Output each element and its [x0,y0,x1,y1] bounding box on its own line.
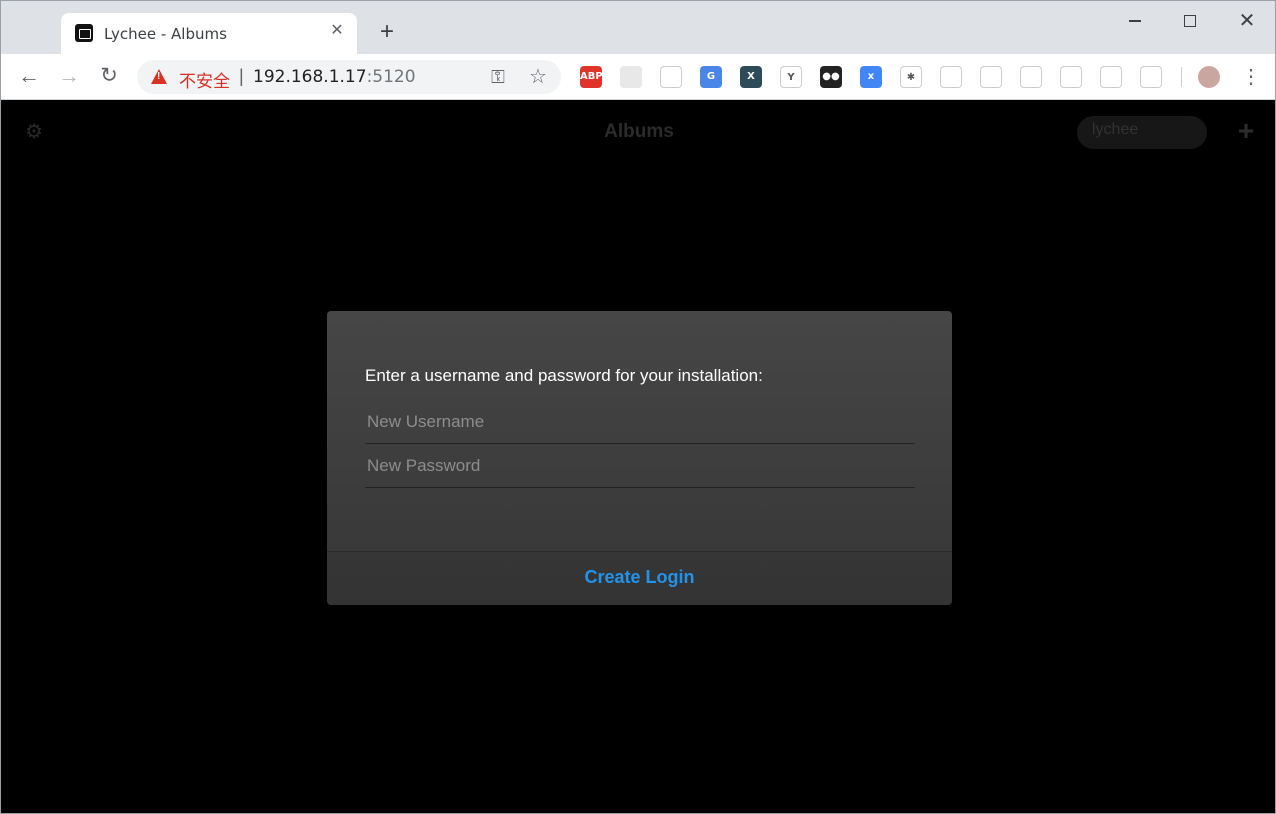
tab-title: Lychee - Albums [104,25,227,43]
dialog-prompt: Enter a username and password for your i… [365,366,763,385]
x-extension-icon[interactable]: X [740,66,762,88]
tab-lychee-albums[interactable]: Lychee - Albums ✕ [61,13,357,54]
search-input[interactable]: lychee [1077,116,1207,149]
octocat-icon[interactable] [1020,66,1042,88]
url-port: :5120 [366,67,416,87]
location-icon[interactable] [980,66,1002,88]
create-login-button[interactable]: Create Login [327,567,952,588]
username-input[interactable] [365,400,915,443]
profile-avatar[interactable] [1198,66,1220,88]
browser-window: Lychee - Albums ✕ + ✕ ← → ↻ 不安全 | 192.16… [0,0,1276,814]
toolbar-divider [1181,67,1182,87]
close-tab-icon[interactable]: ✕ [327,21,347,41]
password-field-wrapper [365,444,915,488]
minimize-button[interactable] [1115,7,1155,35]
browser-menu-icon[interactable]: ⋮ [1241,63,1261,91]
y-extension-icon[interactable]: Y [780,66,802,88]
browser-toolbar: ← → ↻ 不安全 | 192.168.1.17:5120 ⚿ ☆ ABP GXY… [1,54,1275,100]
key-icon[interactable]: ⚿ [487,66,509,88]
gitlab-icon[interactable] [1140,66,1162,88]
google-translate-icon[interactable]: G [700,66,722,88]
url-host: 192.168.1.17 [253,67,367,87]
github-icon[interactable] [1060,66,1082,88]
forward-button[interactable]: → [54,61,84,91]
back-button[interactable]: ← [14,61,44,91]
add-plus-icon[interactable]: + [1233,115,1259,147]
pinwheel-icon[interactable]: ✱ [900,66,922,88]
bookmark-star-icon[interactable]: ☆ [527,66,549,88]
adblock-plus-icon[interactable]: ABP [580,66,603,88]
username-field-wrapper [365,400,915,444]
tampermonkey-icon[interactable]: ●● [820,66,842,88]
reload-button[interactable]: ↻ [94,61,124,91]
x-translate-icon[interactable]: x [860,66,882,88]
pocket-icon[interactable] [660,66,682,88]
dialog-footer: Create Login [327,551,952,605]
close-window-button[interactable]: ✕ [1227,7,1267,35]
lychee-page: ⚙ Albums lychee + Enter a username and p… [1,101,1275,813]
password-input[interactable] [365,444,915,487]
lychee-favicon-icon [75,24,93,42]
maximize-button[interactable] [1170,7,1210,35]
url-text: 192.168.1.17:5120 [253,67,416,87]
translate-icon[interactable] [620,66,642,88]
address-bar[interactable]: 不安全 | 192.168.1.17:5120 ⚿ ☆ [137,60,561,94]
sitemap-icon[interactable] [940,66,962,88]
new-tab-button[interactable]: + [374,19,400,45]
create-login-dialog: Enter a username and password for your i… [327,311,952,605]
green-gear-icon[interactable] [1100,66,1122,88]
tab-strip: Lychee - Albums ✕ + ✕ [1,1,1275,54]
warning-icon [151,69,167,84]
insecure-label: 不安全 [179,72,230,92]
address-separator: | [239,66,244,86]
